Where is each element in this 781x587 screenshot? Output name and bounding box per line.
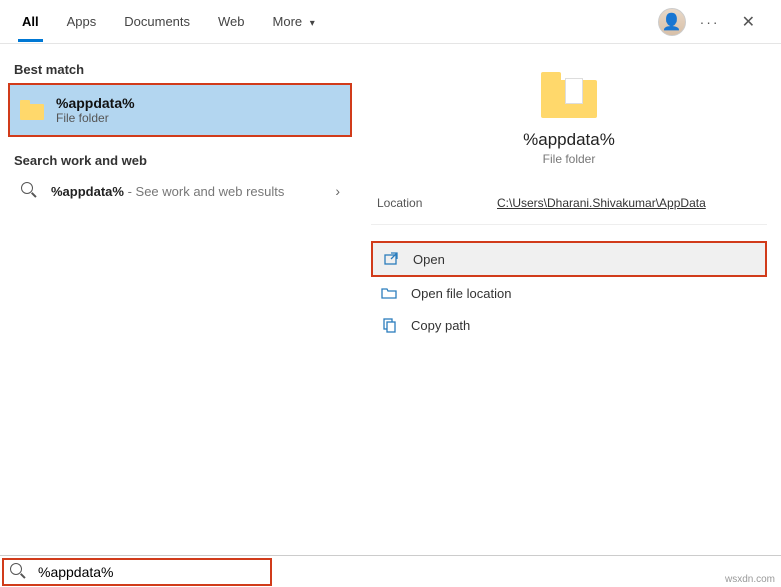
best-match-item[interactable]: %appdata% File folder (8, 83, 352, 137)
web-result-item[interactable]: %appdata% - See work and web results › (8, 174, 352, 208)
folder-icon-large (541, 72, 597, 118)
folder-open-icon (381, 285, 397, 301)
action-open-location-label: Open file location (411, 286, 511, 301)
action-open-label: Open (413, 252, 445, 267)
location-path-link[interactable]: C:\Users\Dharani.Shivakumar\AppData (497, 196, 706, 210)
results-pane: Best match %appdata% File folder Search … (0, 44, 360, 555)
folder-icon (20, 100, 44, 120)
actions-list: Open Open file location Copy path (371, 241, 767, 341)
action-copy-path[interactable]: Copy path (371, 309, 767, 341)
preview-pane: %appdata% File folder Location C:\Users\… (360, 44, 781, 555)
close-button[interactable]: ✕ (734, 8, 763, 36)
best-match-subtitle: File folder (56, 111, 135, 125)
preview-title: %appdata% (371, 130, 767, 150)
search-icon (10, 563, 28, 581)
tab-all[interactable]: All (8, 2, 53, 41)
location-row: Location C:\Users\Dharani.Shivakumar\App… (371, 176, 767, 225)
best-match-title: %appdata% (56, 95, 135, 111)
tab-apps[interactable]: Apps (53, 2, 111, 41)
web-result-query: %appdata% (51, 184, 124, 199)
open-icon (383, 251, 399, 267)
chevron-down-icon: ▾ (310, 18, 315, 29)
web-result-text: %appdata% - See work and web results (51, 184, 284, 199)
best-match-text: %appdata% File folder (56, 95, 135, 125)
search-input[interactable] (34, 562, 270, 582)
search-box-container[interactable] (2, 558, 272, 586)
content-area: Best match %appdata% File folder Search … (0, 44, 781, 555)
top-tab-bar: All Apps Documents Web More ▾ 👤 ··· ✕ (0, 0, 781, 44)
taskbar-search (0, 555, 781, 587)
preview-header: %appdata% File folder (371, 54, 767, 176)
watermark: wsxdn.com (725, 574, 775, 585)
topbar-right: 👤 ··· ✕ (658, 8, 773, 36)
tab-documents[interactable]: Documents (110, 2, 204, 41)
copy-icon (381, 317, 397, 333)
web-result-suffix: - See work and web results (124, 184, 284, 199)
action-copy-path-label: Copy path (411, 318, 470, 333)
action-open-location[interactable]: Open file location (371, 277, 767, 309)
user-avatar[interactable]: 👤 (658, 8, 686, 36)
tabs: All Apps Documents Web More ▾ (8, 2, 658, 41)
location-label: Location (377, 196, 497, 210)
best-match-label: Best match (14, 62, 352, 77)
tab-more[interactable]: More ▾ (259, 2, 329, 41)
web-section-label: Search work and web (14, 153, 352, 168)
more-options-button[interactable]: ··· (700, 14, 720, 30)
preview-subtitle: File folder (371, 152, 767, 166)
action-open[interactable]: Open (371, 241, 767, 277)
tab-web[interactable]: Web (204, 2, 259, 41)
tab-more-label: More (273, 14, 303, 29)
search-icon (21, 182, 39, 200)
chevron-right-icon: › (335, 183, 340, 199)
